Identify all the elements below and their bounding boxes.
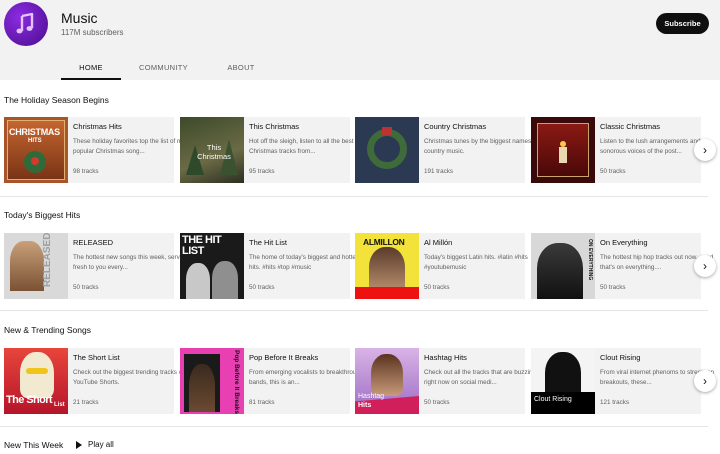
channel-header: Music 117M subscribers Subscribe HOME CO… (0, 0, 720, 80)
playlist-title[interactable]: On Everything (600, 238, 648, 247)
playlist-description: Check out all the tracks that are buzzin… (424, 369, 537, 386)
playlist-description: Christmas tunes by the biggest names in … (424, 138, 538, 155)
play-all-button[interactable]: Play all (76, 440, 114, 449)
track-count: 50 tracks (600, 168, 626, 175)
playlist-title[interactable]: This Christmas (249, 122, 299, 131)
playlist-title[interactable]: The Short List (73, 353, 120, 362)
playlist-card[interactable]: CHRISTMAS HITS Christmas Hits These holi… (4, 117, 191, 183)
playlist-card[interactable]: Clout Rising Clout Rising From viral int… (531, 348, 714, 414)
playlist-thumbnail: THE HIT LIST (180, 233, 244, 299)
track-count: 121 tracks (600, 399, 630, 406)
thumb-title: Clout Rising (534, 396, 572, 403)
channel-tabs: HOME COMMUNITY ABOUT (61, 55, 276, 80)
channel-avatar[interactable] (4, 2, 48, 46)
playlist-thumbnail: ON EVERYTHING (531, 233, 595, 299)
section-divider (0, 310, 708, 311)
track-count: 95 tracks (249, 168, 275, 175)
playlist-card[interactable]: RELEASED RELEASED The hottest new songs … (4, 233, 196, 299)
subscribe-button[interactable]: Subscribe (656, 13, 709, 34)
playlist-card[interactable]: ON EVERYTHING On Everything The hottest … (531, 233, 713, 299)
track-count: 191 tracks (424, 168, 454, 175)
track-count: 50 tracks (600, 284, 626, 291)
track-count: 21 tracks (73, 399, 99, 406)
thumb-title: Pop Before It Breaks (233, 350, 240, 414)
playlist-title[interactable]: Christmas Hits (73, 122, 122, 131)
section-divider (0, 426, 708, 427)
playlist-title[interactable]: The Hit List (249, 238, 287, 247)
chevron-right-icon: › (703, 374, 707, 388)
section-title-biggest-hits: Today's Biggest Hits (4, 210, 81, 220)
thumb-title: The Short (6, 394, 53, 406)
carousel-next-button[interactable]: › (694, 370, 716, 392)
playlist-card[interactable]: This Christmas This Christmas Hot off th… (180, 117, 367, 183)
section-title-new-this-week: New This Week (4, 440, 64, 450)
thumb-title: This Christmas (197, 143, 231, 161)
tab-community[interactable]: COMMUNITY (121, 55, 206, 80)
music-note-icon (16, 12, 34, 34)
playlist-card[interactable]: The Short List The Short List Check out … (4, 348, 186, 414)
track-count: 98 tracks (73, 168, 99, 175)
play-all-label: Play all (88, 440, 114, 449)
playlist-thumbnail (355, 117, 419, 183)
tab-home[interactable]: HOME (61, 55, 121, 80)
playlist-title[interactable]: Hashtag Hits (424, 353, 467, 362)
track-count: 50 tracks (424, 399, 450, 406)
track-count: 50 tracks (424, 284, 450, 291)
thumb-title: CHRISTMAS (9, 127, 60, 137)
chevron-right-icon: › (703, 259, 707, 273)
playlist-thumbnail: Hashtag Hits (355, 348, 419, 414)
playlist-card[interactable]: THE HIT LIST The Hit List The home of to… (180, 233, 361, 299)
playlist-thumbnail: ALMILLON (355, 233, 419, 299)
playlist-title[interactable]: Clout Rising (600, 353, 640, 362)
playlist-card[interactable]: ALMILLON Al Millón Today's biggest Latin… (355, 233, 528, 299)
track-count: 81 tracks (249, 399, 275, 406)
playlist-title[interactable]: Country Christmas (424, 122, 486, 131)
thumb-subtitle: Hits (358, 402, 372, 409)
playlist-title[interactable]: Classic Christmas (600, 122, 660, 131)
tab-about[interactable]: ABOUT (206, 55, 276, 80)
track-count: 50 tracks (73, 284, 99, 291)
section-divider (0, 196, 708, 197)
playlist-title[interactable]: RELEASED (73, 238, 113, 247)
playlist-card[interactable]: Classic Christmas Listen to the lush arr… (531, 117, 701, 183)
thumb-title: Hashtag (358, 393, 385, 400)
playlist-thumbnail: CHRISTMAS HITS (4, 117, 68, 183)
playlist-thumbnail: Pop Before It Breaks (180, 348, 244, 414)
playlist-description: The hottest new songs this week, served … (73, 254, 196, 271)
playlist-thumbnail: The Short List (4, 348, 68, 414)
playlist-thumbnail: Clout Rising (531, 348, 595, 414)
section-title-trending: New & Trending Songs (4, 325, 91, 335)
playlist-card[interactable]: Pop Before It Breaks Pop Before It Break… (180, 348, 363, 414)
carousel-next-button[interactable]: › (694, 255, 716, 277)
thumb-title: ALMILLON (363, 237, 405, 247)
thumb-subtitle: HITS (28, 138, 42, 144)
subscriber-count: 117M subscribers (61, 28, 124, 37)
playlist-card[interactable]: Hashtag Hits Hashtag Hits Check out all … (355, 348, 536, 414)
playlist-description: These holiday favorites top the list of … (73, 138, 191, 155)
thumb-title: THE HIT LIST (182, 234, 222, 257)
playlist-thumbnail (531, 117, 595, 183)
thumb-subtitle: List (54, 402, 65, 408)
track-count: 50 tracks (249, 284, 275, 291)
playlist-thumbnail: RELEASED (4, 233, 68, 299)
section-title-holiday: The Holiday Season Begins (4, 95, 109, 105)
playlist-description: Check out the biggest trending tracks on… (73, 369, 186, 386)
playlist-thumbnail: This Christmas (180, 117, 244, 183)
playlist-card[interactable]: Country Christmas Christmas tunes by the… (355, 117, 538, 183)
carousel-next-button[interactable]: › (694, 139, 716, 161)
chevron-right-icon: › (703, 143, 707, 157)
playlist-description: Today's biggest Latin hits. #latin #hits… (424, 254, 528, 271)
playlist-title[interactable]: Pop Before It Breaks (249, 353, 318, 362)
thumb-title: RELEASED (42, 233, 53, 287)
play-icon (76, 440, 82, 449)
thumb-title: ON EVERYTHING (587, 239, 593, 281)
playlist-title[interactable]: Al Millón (424, 238, 452, 247)
channel-name: Music (61, 10, 98, 26)
